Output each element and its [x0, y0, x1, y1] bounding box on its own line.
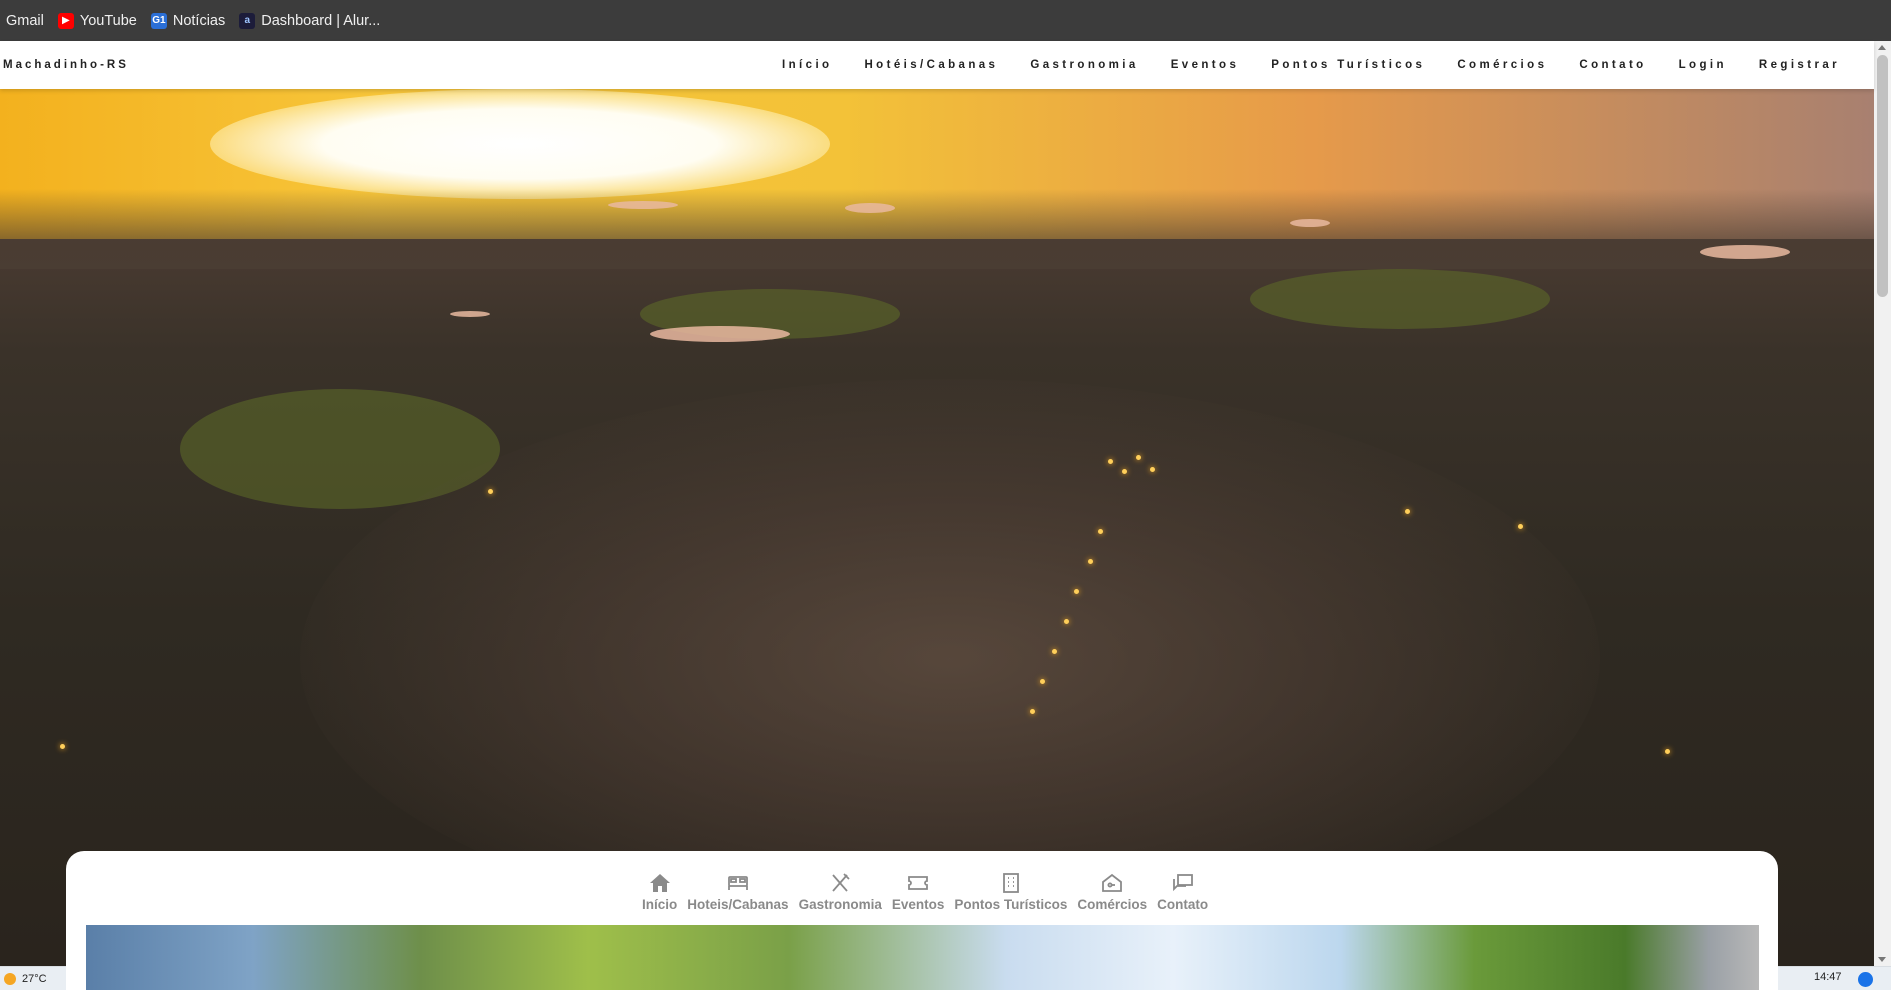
bookmark-label: Notícias [172, 12, 226, 29]
hero-sun [210, 89, 830, 199]
icon-nav-label: Eventos [891, 897, 945, 912]
nav-registrar[interactable]: Registrar [1759, 59, 1840, 71]
taskbar-clock[interactable]: 14:47 [1814, 971, 1842, 983]
icon-nav-label: Contato [1157, 897, 1209, 912]
site-brand[interactable]: Machadinho-RS [0, 59, 129, 71]
youtube-icon: ▶ [57, 12, 74, 29]
sun-icon [4, 973, 16, 985]
bookmark-label: Gmail [6, 12, 44, 29]
bookmark-label: Dashboard | Alur... [261, 12, 381, 29]
weather-temp: 27°C [22, 973, 47, 985]
icon-nav-hoteis[interactable]: Hoteis/Cabanas [687, 871, 789, 912]
chat-icon [1172, 874, 1193, 892]
nav-eventos[interactable]: Eventos [1171, 59, 1240, 71]
bookmark-alura[interactable]: a Dashboard | Alur... [239, 12, 381, 29]
nav-pontos-turisticos[interactable]: Pontos Turísticos [1271, 59, 1425, 71]
bookmarks-bar: Gmail ▶ YouTube G1 Notícias a Dashboard … [0, 0, 1891, 41]
carousel-image[interactable] [86, 925, 1759, 990]
icon-nav-contato[interactable]: Contato [1157, 871, 1208, 912]
ticket-icon [908, 876, 929, 890]
nav-links: Início Hotéis/Cabanas Gastronomia Evento… [750, 59, 1874, 71]
alura-icon: a [239, 12, 256, 29]
site-navbar: Machadinho-RS Início Hotéis/Cabanas Gast… [0, 41, 1874, 89]
bookmark-gmail[interactable]: Gmail [6, 13, 44, 29]
bookmark-youtube[interactable]: ▶ YouTube [57, 12, 137, 29]
weather-widget[interactable]: 27°C [4, 973, 47, 985]
icon-nav-comercios[interactable]: Comércios [1077, 871, 1147, 912]
icon-nav: Início Hoteis/Cabanas Gastronomia Evento… [642, 871, 1218, 912]
icon-nav-pontos-turisticos[interactable]: Pontos Turísticos [954, 871, 1067, 912]
nav-gastronomia[interactable]: Gastronomia [1030, 59, 1138, 71]
icon-nav-label: Pontos Turísticos [954, 897, 1068, 912]
bed-icon [728, 876, 748, 890]
bookmark-noticias[interactable]: G1 Notícias [150, 12, 226, 29]
bookmark-label: YouTube [79, 12, 137, 29]
cutlery-icon [832, 873, 850, 892]
g1-news-icon: G1 [150, 12, 167, 29]
nav-login[interactable]: Login [1679, 59, 1727, 71]
icon-nav-label: Comércios [1077, 897, 1148, 912]
building-icon [1002, 873, 1019, 893]
icon-nav-eventos[interactable]: Eventos [891, 871, 945, 912]
nav-hoteis[interactable]: Hotéis/Cabanas [864, 59, 998, 71]
icon-nav-inicio[interactable]: Início [642, 871, 677, 912]
hero-image [0, 89, 1874, 966]
scroll-up-icon[interactable] [1878, 45, 1886, 50]
nav-contato[interactable]: Contato [1579, 59, 1646, 71]
store-icon [1102, 873, 1123, 892]
nav-comercios[interactable]: Comércios [1457, 59, 1547, 71]
icon-nav-label: Gastronomia [798, 897, 882, 912]
page-scrollbar[interactable] [1874, 41, 1891, 966]
icon-nav-gastronomia[interactable]: Gastronomia [799, 871, 882, 912]
icon-nav-label: Início [642, 897, 678, 912]
nav-inicio[interactable]: Início [782, 59, 832, 71]
home-icon [649, 874, 670, 892]
scroll-down-icon[interactable] [1878, 957, 1886, 962]
icon-nav-label: Hoteis/Cabanas [687, 897, 789, 912]
notification-icon[interactable] [1858, 972, 1873, 987]
content-card: Início Hoteis/Cabanas Gastronomia Evento… [66, 851, 1778, 990]
scrollbar-thumb[interactable] [1877, 55, 1888, 297]
